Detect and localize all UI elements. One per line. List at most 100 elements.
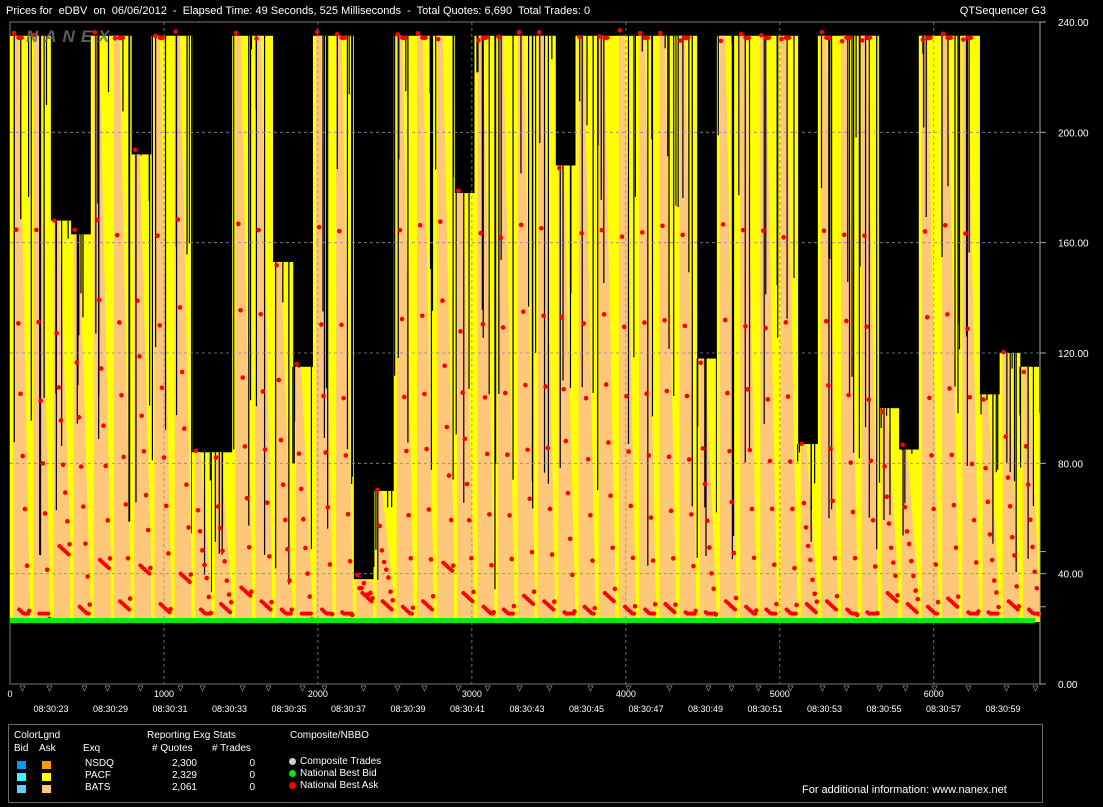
ask-dot (107, 556, 113, 561)
ask-dot (579, 230, 584, 236)
pacf-bid-swatch (17, 773, 26, 781)
ask-dot (893, 573, 898, 579)
ask-dot (339, 35, 348, 41)
ask-dot (557, 165, 562, 171)
ask-dot (242, 444, 248, 449)
national-best-ask-label: National Best Ask (300, 780, 379, 791)
ask-dot (821, 228, 827, 234)
ask-dot (294, 361, 300, 367)
ask-dot (220, 548, 225, 554)
ask-dot (894, 599, 899, 604)
ask-dot (308, 611, 313, 616)
ask-dot (801, 500, 807, 506)
ask-dot (691, 563, 696, 569)
ask-dot (547, 506, 553, 512)
ask-dot (924, 35, 933, 41)
ask-dot (914, 610, 919, 615)
ask-dot (955, 604, 960, 609)
ask-dot (119, 392, 124, 398)
ask-dot (563, 438, 569, 444)
y-tick-label: 80.00 (1058, 459, 1083, 470)
ask-dot (989, 557, 995, 563)
legend-panel: ColorLgnd Bid Ask Exq Reporting Exg Stat… (8, 724, 1043, 803)
ask-dot (709, 571, 714, 576)
ask-dot (608, 493, 613, 499)
ask-dot (630, 555, 636, 561)
ask-dot (1007, 503, 1013, 509)
ask-dot (159, 385, 165, 391)
ask-dot (410, 605, 416, 611)
ask-dot (197, 528, 203, 534)
ask-dot (767, 458, 773, 464)
ask-dot (469, 555, 474, 561)
ask-dot (781, 235, 786, 240)
ask-dot (204, 575, 209, 581)
ask-dot (507, 513, 512, 518)
ask-dot (725, 390, 730, 396)
ask-dot (316, 224, 322, 230)
ask-dot (480, 321, 486, 327)
ask-dot (945, 312, 950, 317)
ask-dot (464, 481, 470, 487)
ask-dot (666, 454, 672, 460)
ask-dot (567, 536, 573, 542)
ask-dot (314, 29, 320, 35)
ask-dot (87, 602, 93, 607)
ask-dot (72, 227, 77, 233)
ask-dot (181, 426, 187, 431)
bid-column-header: Bid (14, 743, 29, 754)
ask-dot (872, 564, 878, 569)
ask-dot (327, 562, 333, 567)
ask-dot (955, 594, 961, 599)
ask-dot (321, 393, 326, 399)
exchange-trades: 0 (249, 782, 255, 793)
ask-dot (1032, 569, 1037, 575)
ask-dot (718, 38, 724, 44)
ask-dot (505, 452, 510, 458)
ask-dot (994, 590, 999, 595)
ask-dot (157, 323, 163, 328)
ask-dot (747, 447, 753, 453)
ask-dot (401, 394, 407, 400)
ask-dot (658, 30, 663, 36)
ask-dot (343, 453, 349, 458)
ask-dot (733, 607, 738, 612)
time-label: 08:30:49 (688, 704, 723, 714)
quotes-column-header: # Quotes (152, 743, 193, 754)
ask-dot (927, 395, 932, 401)
ask-dot (13, 227, 19, 233)
exchange-name: BATS (85, 782, 111, 793)
ask-dot (442, 363, 447, 369)
ask-dot (52, 218, 57, 223)
national-best-bid-label: National Best Bid (300, 768, 377, 779)
ask-dot (577, 34, 582, 40)
ask-dot (163, 503, 169, 509)
ask-dot (1023, 444, 1029, 449)
ask-dot (173, 29, 178, 34)
ask-dot (549, 552, 555, 557)
ask-dot (704, 518, 710, 524)
ask-dot (228, 599, 234, 605)
ask-dot (94, 217, 100, 223)
ask-dot (103, 463, 108, 469)
ask-dot (184, 482, 189, 487)
ask-dot (729, 499, 735, 505)
ask-dot (632, 603, 638, 609)
national-best-ask-dot (289, 782, 296, 789)
ask-dot (511, 603, 517, 609)
ask-dot (660, 223, 665, 229)
ask-dot (588, 512, 593, 518)
ask-dot (561, 386, 566, 392)
ask-dot (523, 382, 528, 388)
ask-dot (945, 35, 954, 41)
time-marker (705, 685, 712, 692)
ask-dot (157, 35, 166, 41)
ask-dot (672, 610, 677, 615)
ask-dot (909, 558, 914, 564)
exchange-quotes: 2,061 (171, 782, 197, 793)
ask-dot (496, 34, 502, 39)
ask-dot (20, 453, 25, 459)
ask-dot (408, 555, 414, 561)
ask-dot (722, 317, 728, 323)
ask-dot (551, 607, 556, 612)
